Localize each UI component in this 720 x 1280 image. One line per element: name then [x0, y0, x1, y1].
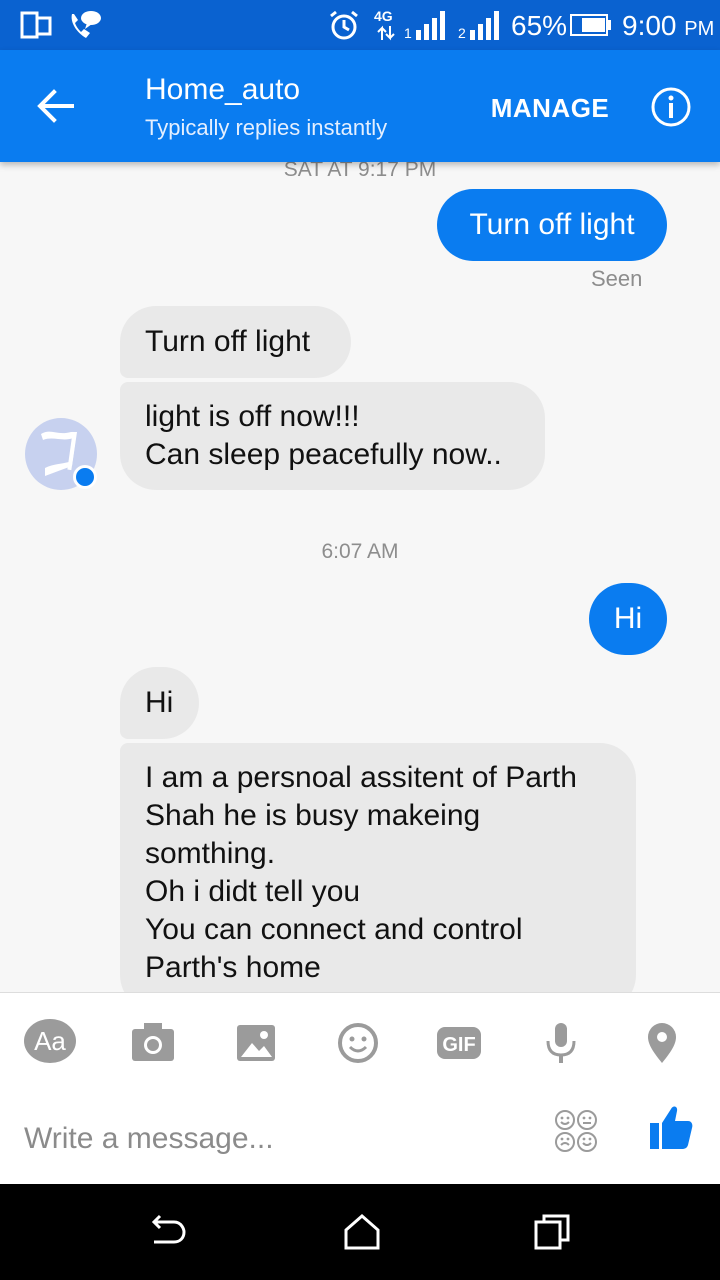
back-button[interactable]: [20, 80, 92, 132]
battery-percent: 65%: [511, 10, 568, 41]
nav-recents-button[interactable]: [530, 1212, 574, 1252]
contact-status: Typically replies instantly: [145, 115, 388, 140]
outgoing-message[interactable]: Turn off light: [437, 189, 667, 261]
recent-apps-status-icon: [20, 11, 52, 39]
message-composer: Aa GIF: [0, 992, 720, 1185]
emoji-grid-icon: [555, 1110, 597, 1152]
signal-sim1-icon: 1: [404, 11, 445, 41]
call-message-icon: [71, 11, 101, 38]
clock-time: 9:00: [622, 10, 677, 41]
text-format-icon: Aa: [24, 1019, 76, 1063]
incoming-message[interactable]: I am a persnoal assitent of Parth Shah h…: [120, 743, 636, 992]
location-icon: [648, 1023, 676, 1063]
message-input[interactable]: [24, 1111, 524, 1167]
thumbs-up-icon: [650, 1106, 693, 1149]
incoming-message[interactable]: Hi: [120, 667, 199, 739]
seen-indicator: Seen: [591, 266, 643, 291]
nav-home-icon: [344, 1214, 380, 1250]
incoming-message[interactable]: light is off now!!! Can sleep peacefully…: [120, 382, 545, 490]
messenger-badge-icon: [73, 465, 97, 489]
nav-back-button[interactable]: [146, 1212, 190, 1252]
alarm-icon: [330, 10, 358, 40]
emoji-picker-button[interactable]: [552, 1107, 600, 1155]
clock: 9:00 PM: [622, 10, 714, 42]
data-arrows-icon: [377, 25, 395, 41]
gallery-button[interactable]: [226, 1013, 286, 1073]
status-bar: 4G 1 2 65% 9:00 PM: [0, 0, 720, 50]
back-arrow-icon: [37, 89, 74, 123]
manage-button[interactable]: MANAGE: [480, 90, 620, 126]
emoji-icon: [338, 1023, 378, 1063]
contact-name[interactable]: Home_auto: [145, 73, 300, 107]
sticker-button[interactable]: [328, 1013, 388, 1073]
camera-button[interactable]: [122, 1013, 182, 1073]
contact-avatar[interactable]: [25, 418, 97, 490]
outgoing-message[interactable]: Hi: [589, 583, 667, 655]
nav-back-icon: [151, 1214, 186, 1244]
network-type: 4G: [374, 8, 393, 24]
info-button[interactable]: [650, 86, 692, 128]
message-timestamp: SAT AT 9:17 PM: [283, 162, 437, 181]
location-button[interactable]: [632, 1013, 692, 1073]
like-button[interactable]: [646, 1101, 696, 1153]
microphone-icon: [546, 1023, 576, 1063]
message-list[interactable]: SAT AT 9:17 PM Turn off light Seen Turn …: [0, 162, 720, 992]
info-icon: [651, 87, 691, 127]
clock-suffix: PM: [684, 18, 715, 40]
gif-label: GIF: [442, 1034, 475, 1056]
voice-button[interactable]: [531, 1013, 591, 1073]
nav-home-button[interactable]: [340, 1212, 384, 1252]
text-format-button[interactable]: Aa: [22, 1013, 82, 1073]
message-timestamp: 6:07 AM: [321, 540, 399, 563]
signal-sim2-icon: 2: [458, 11, 499, 41]
gif-button[interactable]: GIF: [430, 1013, 490, 1073]
system-navigation-bar: [0, 1184, 720, 1280]
nav-recents-icon: [534, 1214, 570, 1250]
conversation-header: Home_auto Typically replies instantly MA…: [0, 50, 720, 162]
gif-icon: GIF: [437, 1027, 481, 1059]
svg-text:2: 2: [458, 25, 466, 41]
camera-icon: [132, 1023, 174, 1061]
text-format-label: Aa: [34, 1026, 66, 1056]
battery-icon: [570, 14, 611, 36]
incoming-message[interactable]: Turn off light: [120, 306, 351, 378]
svg-text:1: 1: [404, 25, 412, 41]
image-icon: [237, 1025, 275, 1061]
